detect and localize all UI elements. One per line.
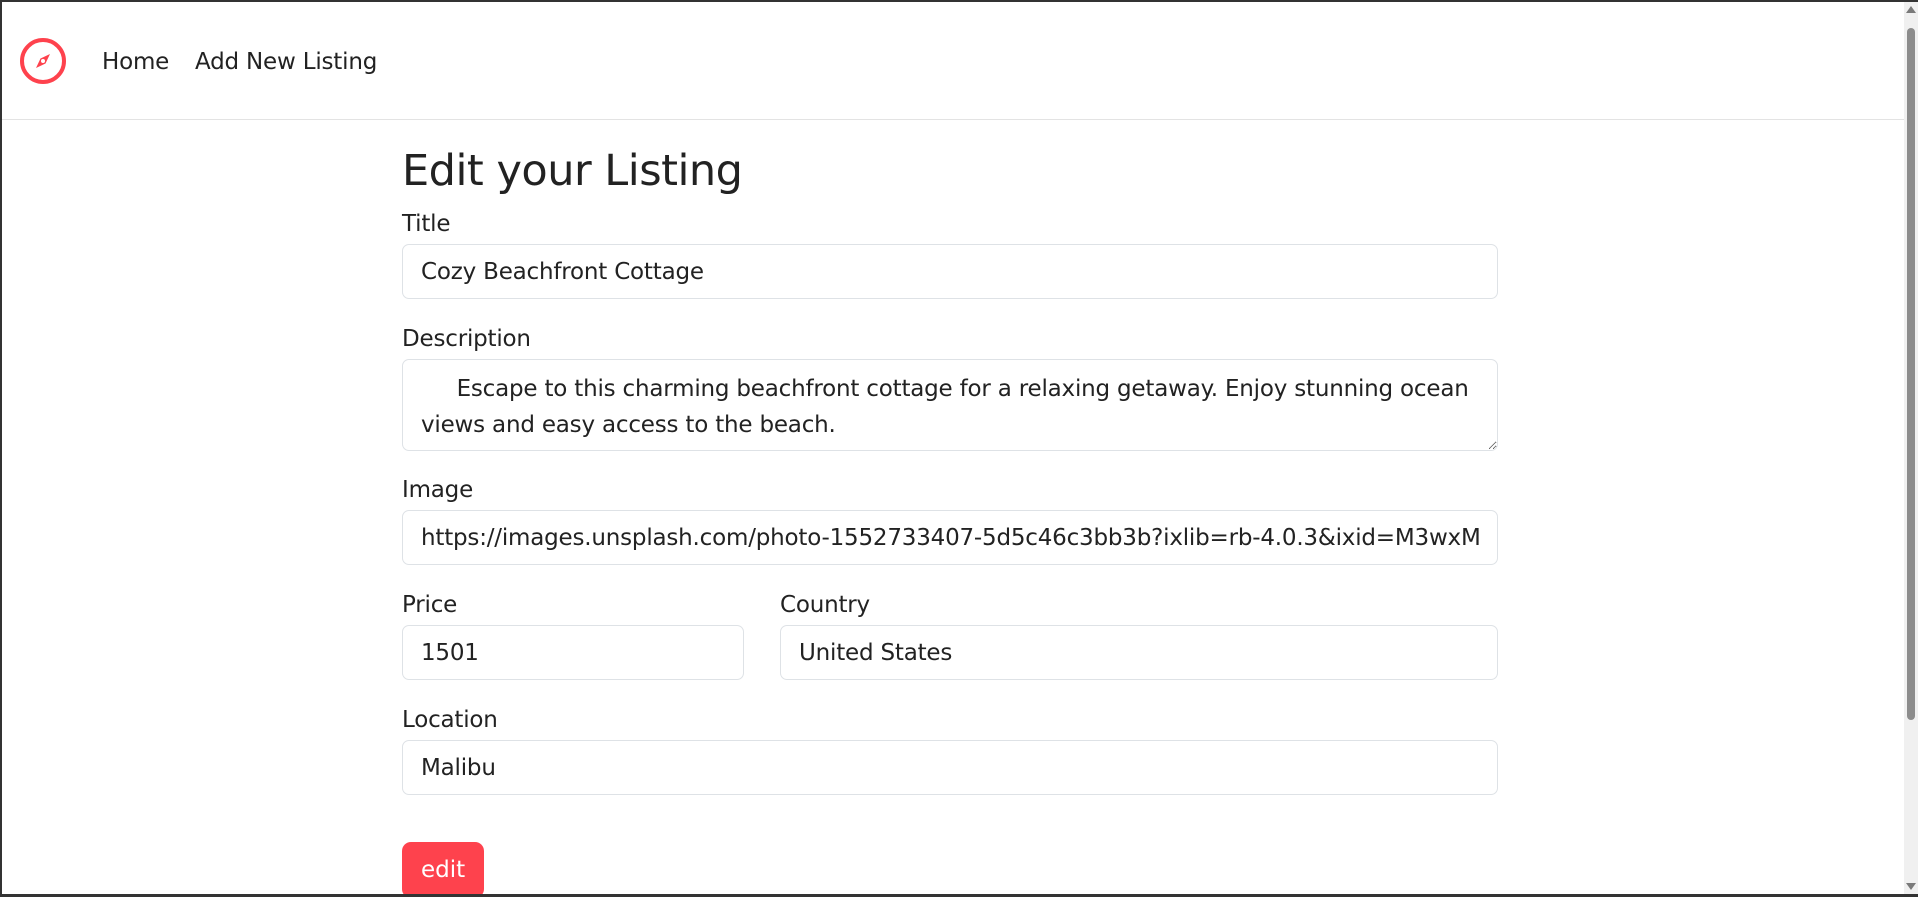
title-input[interactable] bbox=[402, 244, 1498, 299]
image-url-input[interactable] bbox=[402, 510, 1498, 565]
scroll-up-arrow-icon[interactable] bbox=[1906, 6, 1916, 13]
browser-viewport: Home Add New Listing Edit your Listing T… bbox=[0, 0, 1918, 897]
title-label: Title bbox=[402, 211, 451, 237]
price-label: Price bbox=[402, 592, 458, 618]
nav-link-home[interactable]: Home bbox=[102, 49, 169, 75]
country-label: Country bbox=[780, 592, 870, 618]
navbar: Home Add New Listing bbox=[2, 2, 1906, 120]
location-input[interactable] bbox=[402, 740, 1498, 795]
country-input[interactable] bbox=[780, 625, 1498, 680]
description-textarea[interactable]: Escape to this charming beachfront cotta… bbox=[402, 359, 1498, 451]
scroll-down-arrow-icon[interactable] bbox=[1906, 883, 1916, 890]
location-label: Location bbox=[402, 707, 498, 733]
nav-link-add-new-listing[interactable]: Add New Listing bbox=[195, 49, 377, 75]
description-label: Description bbox=[402, 326, 531, 352]
price-input[interactable] bbox=[402, 625, 744, 680]
edit-button[interactable]: edit bbox=[402, 842, 485, 894]
image-label: Image bbox=[402, 477, 474, 503]
page-title: Edit your Listing bbox=[402, 146, 743, 196]
compass-icon[interactable] bbox=[19, 37, 67, 85]
scrollbar-thumb[interactable] bbox=[1907, 28, 1915, 720]
vertical-scrollbar[interactable] bbox=[1904, 2, 1918, 894]
